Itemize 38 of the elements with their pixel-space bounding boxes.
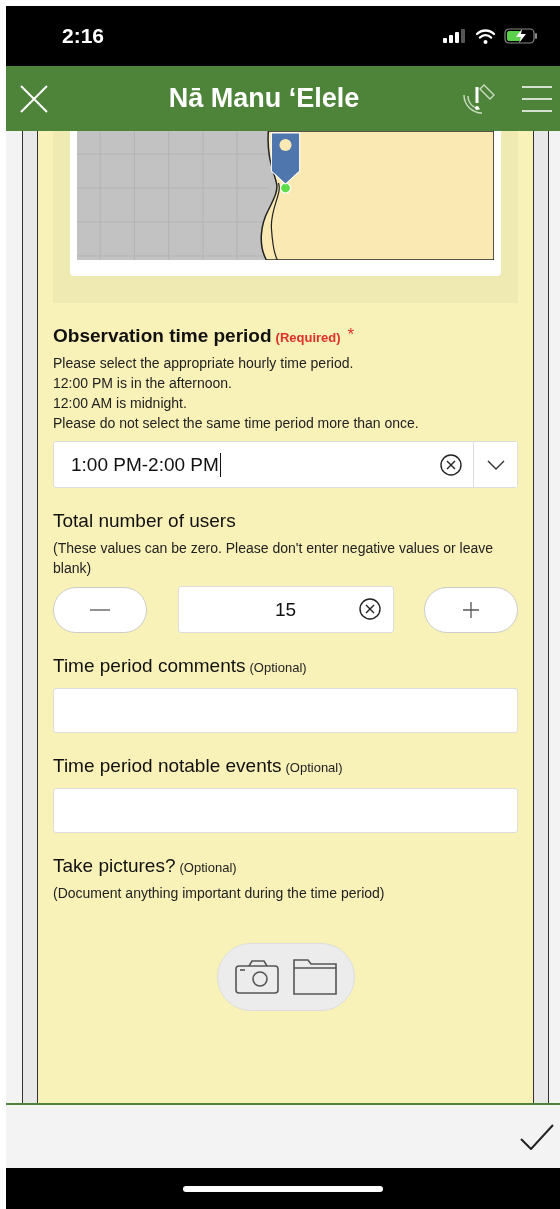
app-title: Nā Manu ʻElele: [167, 83, 361, 114]
hint-text: (These values can be zero. Please don't enter negative values or leave blank): [53, 539, 495, 578]
clear-icon[interactable]: [440, 453, 462, 476]
time-period-combo-field[interactable]: 1:00 PM-2:00 PM: [53, 441, 518, 488]
text-input-field[interactable]: [53, 788, 518, 833]
number-field[interactable]: 15: [177, 586, 394, 633]
question-label: Take pictures?: [53, 855, 176, 877]
folder-button[interactable]: [292, 959, 337, 995]
wifi-icon: [475, 28, 496, 44]
camera-button[interactable]: [234, 960, 279, 994]
required-mark: *: [347, 325, 355, 345]
submit-button[interactable]: [520, 1123, 554, 1150]
question-label: Observation time period: [53, 325, 272, 347]
clear-icon[interactable]: [358, 598, 381, 620]
signal-icon: [443, 29, 467, 43]
checkmark-icon: [520, 1123, 554, 1150]
question-label: Time period notable events: [53, 755, 282, 777]
qualifier-text: (Optional): [285, 760, 343, 775]
dropdown-button[interactable]: [473, 442, 517, 487]
close-button[interactable]: [20, 84, 48, 113]
menu-button[interactable]: [522, 85, 552, 112]
qualifier-text: (Required): [275, 330, 341, 345]
question-label: Time period comments: [53, 655, 246, 677]
qualifier-text: (Optional): [179, 860, 237, 875]
text-input-field[interactable]: [53, 688, 518, 733]
hint-text: Please select the appropriate hourly time period. 12:00 PM is in the afternoon. 12:00 AM is midnight. Please do not select the same time period more than once.: [53, 354, 420, 433]
qualifier-text: (Optional): [249, 660, 307, 675]
question-label: Total number of users: [53, 510, 236, 532]
camera-icon: [234, 960, 279, 994]
battery-charging-icon: [504, 28, 538, 44]
chevron-down-icon: [486, 459, 505, 470]
menu-icon: [522, 85, 552, 112]
minus-icon: [90, 608, 110, 611]
status-time: 2:16: [62, 24, 106, 48]
plus-icon: [463, 601, 479, 618]
hint-text: (Document anything important during the time period): [53, 884, 386, 903]
close-icon: [20, 84, 48, 113]
folder-icon: [292, 959, 337, 995]
